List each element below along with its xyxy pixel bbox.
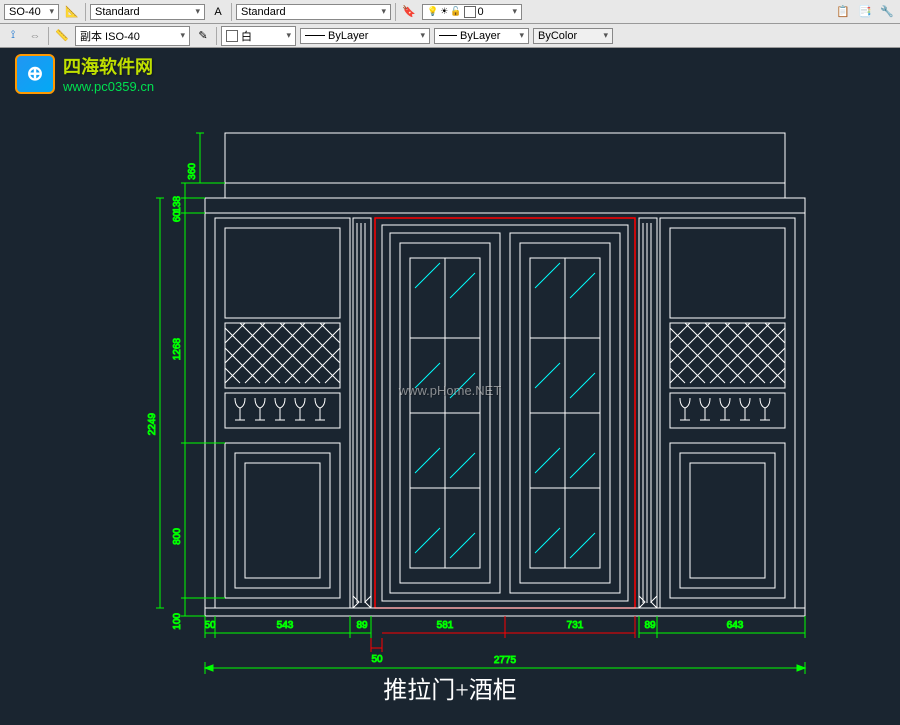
plotstyle-dropdown[interactable]: ByColor ▾ bbox=[533, 28, 613, 44]
dim-style-dropdown-1[interactable]: SO-40 ▾ bbox=[4, 4, 59, 20]
separator bbox=[216, 27, 217, 45]
svg-text:1268: 1268 bbox=[172, 338, 183, 361]
chevron-down-icon: ▾ bbox=[49, 6, 54, 17]
dimstyle-dropdown[interactable]: 副本 ISO-40 ▾ bbox=[75, 26, 190, 46]
svg-text:50: 50 bbox=[371, 654, 383, 665]
svg-text:50: 50 bbox=[204, 620, 216, 631]
watermark-url: www.pc0359.cn bbox=[63, 79, 154, 94]
dim-update-icon[interactable]: ✎ bbox=[194, 27, 212, 45]
text-style-label: Standard bbox=[95, 6, 140, 18]
sun-icon: ☀ bbox=[440, 6, 448, 17]
layer-name: 0 bbox=[478, 6, 484, 18]
lineweight-label: ByLayer bbox=[460, 30, 500, 42]
measure-icon[interactable]: 📐 bbox=[63, 3, 81, 21]
dim-style-1-label: SO-40 bbox=[9, 6, 41, 18]
watermark-top: ⊕ 四海软件网 www.pc0359.cn bbox=[15, 53, 154, 94]
layer-props-icon[interactable]: 📋 bbox=[834, 3, 852, 21]
chevron-down-icon: ▾ bbox=[420, 30, 425, 41]
svg-text:89: 89 bbox=[644, 620, 656, 631]
watermark-cn-text: 四海软件网 bbox=[63, 53, 154, 79]
color-label: 白 bbox=[241, 28, 252, 44]
layer-states-icon[interactable]: 📑 bbox=[856, 3, 874, 21]
svg-text:138: 138 bbox=[172, 196, 183, 213]
separator bbox=[395, 3, 396, 21]
svg-text:2775: 2775 bbox=[494, 655, 517, 666]
chevron-down-icon: ▾ bbox=[519, 30, 524, 41]
chevron-down-icon: ▾ bbox=[180, 30, 185, 41]
chevron-down-icon: ▾ bbox=[286, 30, 291, 41]
toolbar-row-1: SO-40 ▾ 📐 Standard ▾ A Standard ▾ 🔖 💡 ☀ … bbox=[0, 0, 900, 24]
svg-text:731: 731 bbox=[567, 620, 584, 631]
svg-text:89: 89 bbox=[356, 620, 368, 631]
chevron-down-icon: ▾ bbox=[195, 6, 200, 17]
chevron-down-icon: ▾ bbox=[512, 6, 517, 17]
plotstyle-label: ByColor bbox=[538, 30, 577, 42]
lightbulb-icon: 💡 bbox=[427, 6, 438, 17]
watermark-center: www.pHome.NET bbox=[399, 383, 502, 398]
svg-text:60: 60 bbox=[172, 211, 183, 223]
watermark-logo-icon: ⊕ bbox=[15, 54, 55, 94]
svg-text:800: 800 bbox=[172, 528, 183, 545]
svg-text:643: 643 bbox=[727, 620, 744, 631]
text-style-dropdown[interactable]: Standard ▾ bbox=[90, 4, 205, 20]
lock-icon: 🔓 bbox=[450, 6, 461, 17]
svg-text:100: 100 bbox=[172, 613, 183, 630]
separator bbox=[48, 27, 49, 45]
layer-match-icon[interactable]: 🔧 bbox=[878, 3, 896, 21]
layer-color-swatch bbox=[464, 6, 476, 18]
dimstyle-label: 副本 ISO-40 bbox=[80, 28, 140, 44]
svg-text:581: 581 bbox=[437, 620, 454, 631]
linetype-dropdown[interactable]: ByLayer ▾ bbox=[300, 28, 430, 44]
svg-text:543: 543 bbox=[277, 620, 294, 631]
color-dropdown[interactable]: 白 ▾ bbox=[221, 26, 296, 46]
layer-dropdown[interactable]: 💡 ☀ 🔓 0 ▾ bbox=[422, 4, 522, 20]
text-icon[interactable]: A bbox=[209, 3, 227, 21]
weight-sample bbox=[439, 35, 457, 36]
table-style-dropdown[interactable]: Standard ▾ bbox=[236, 4, 391, 20]
white-color-swatch bbox=[226, 30, 238, 42]
toolbar-row-2: ⟟ ⇔ 📏 副本 ISO-40 ▾ ✎ 白 ▾ ByLayer ▾ ByLaye… bbox=[0, 24, 900, 48]
svg-text:2249: 2249 bbox=[147, 413, 158, 436]
drawing-canvas[interactable]: ⊕ 四海软件网 www.pc0359.cn www.pHome.NET bbox=[0, 48, 900, 725]
linetype-label: ByLayer bbox=[328, 30, 368, 42]
svg-text:360: 360 bbox=[187, 163, 198, 180]
dim-linear-icon[interactable]: 📏 bbox=[53, 27, 71, 45]
table-style-label: Standard bbox=[241, 6, 286, 18]
separator bbox=[85, 3, 86, 21]
drawing-title: 推拉门+酒柜 bbox=[383, 670, 517, 705]
separator bbox=[231, 3, 232, 21]
dim-icon-1[interactable]: ⟟ bbox=[4, 27, 22, 45]
line-sample bbox=[305, 35, 325, 36]
dim-icon-2[interactable]: ⇔ bbox=[26, 27, 44, 45]
lineweight-dropdown[interactable]: ByLayer ▾ bbox=[434, 28, 529, 44]
layer-filter-icon[interactable]: 🔖 bbox=[400, 3, 418, 21]
chevron-down-icon: ▾ bbox=[603, 30, 608, 41]
chevron-down-icon: ▾ bbox=[381, 6, 386, 17]
